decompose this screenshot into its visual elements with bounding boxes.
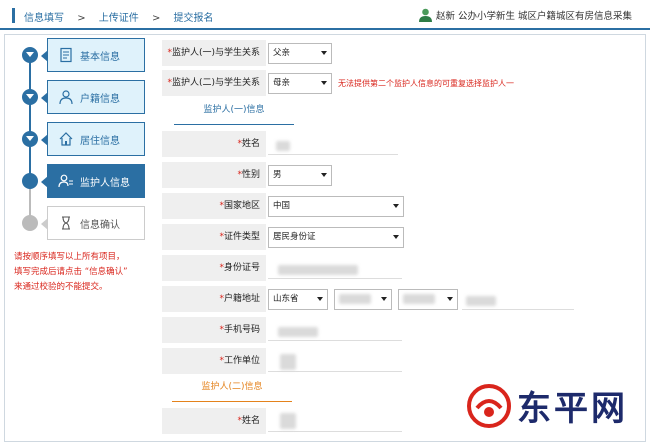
step-residence-info[interactable]: 居住信息 — [41, 122, 145, 156]
province-select[interactable]: 山东省 — [268, 289, 328, 310]
breadcrumb-item-submit[interactable]: 提交报名 — [174, 13, 214, 24]
rel2-select[interactable]: 母亲 — [268, 73, 332, 94]
idnum-row: *身份证号 — [162, 255, 642, 281]
name-label: *姓名 — [162, 131, 266, 157]
address-row: *户籍地址 山东省 — [162, 286, 642, 312]
step-dot-done-icon — [22, 131, 38, 147]
step-notch — [41, 176, 48, 188]
city-select[interactable] — [334, 289, 392, 310]
watermark-text: 东平网 — [517, 389, 628, 429]
note-line: 来通过校验的不能提交。 — [14, 282, 108, 292]
chevron-down-icon — [321, 173, 327, 177]
step-label: 信息确认 — [80, 219, 120, 231]
note-line: 请按顺序填写以上所有项目， — [14, 252, 125, 262]
title-accent-bar — [12, 8, 15, 23]
step-dot-pending-icon — [22, 215, 38, 231]
idtype-select[interactable]: 居民身份证 — [268, 227, 404, 248]
name-input[interactable] — [268, 134, 398, 155]
step-notch — [41, 92, 48, 104]
chevron-down-icon — [393, 204, 399, 208]
work-input[interactable] — [268, 351, 402, 372]
name-row: *姓名 — [162, 131, 642, 157]
phone-label: *手机号码 — [162, 317, 266, 343]
idnum-label: *身份证号 — [162, 255, 266, 281]
step-label: 监护人信息 — [80, 177, 130, 189]
step-dot-current-icon — [22, 173, 38, 189]
step-label: 居住信息 — [80, 135, 120, 147]
chevron-down-icon — [393, 235, 399, 239]
hourglass-icon — [62, 216, 70, 230]
name2-input[interactable] — [268, 411, 402, 432]
step-label: 户籍信息 — [80, 93, 120, 105]
rel1-select[interactable]: 父亲 — [268, 43, 332, 64]
country-row: *国家地区 中国 — [162, 193, 642, 219]
note-line: 填写完成后请点击 “信息确认” — [14, 267, 128, 277]
step-notch — [41, 218, 48, 230]
phone-input[interactable] — [268, 320, 402, 341]
step-notch — [41, 134, 48, 146]
user-info: 赵新 公办小学新生 城区户籍城区有房信息采集 — [418, 8, 632, 22]
work-label: *工作单位 — [162, 348, 266, 374]
person-icon — [59, 90, 73, 105]
gender-label: *性别 — [162, 162, 266, 188]
chevron-down-icon — [321, 81, 327, 85]
guardian-icon — [58, 174, 73, 188]
address-label: *户籍地址 — [162, 286, 266, 312]
phone-row: *手机号码 — [162, 317, 642, 343]
step-household-info[interactable]: 户籍信息 — [41, 80, 145, 114]
district-select[interactable] — [398, 289, 458, 310]
home-icon — [59, 132, 73, 146]
step-dot-done-icon — [22, 47, 38, 63]
top-bar: 信息填写 > 上传证件 > 提交报名 赵新 公办小学新生 城区户籍城区有房信息采… — [0, 0, 650, 30]
breadcrumb-separator: > — [151, 13, 161, 24]
idtype-label: *证件类型 — [162, 224, 266, 250]
rel2-row: *监护人(二)与学生关系 母亲 无法提供第二个监护人信息的可重复选择监护人一 — [162, 70, 642, 96]
section-guardian2: 监护人(二)信息 — [172, 376, 292, 402]
breadcrumb: 信息填写 > 上传证件 > 提交报名 — [24, 9, 224, 24]
rel2-error-text: 无法提供第二个监护人信息的可重复选择监护人一 — [338, 79, 514, 88]
step-notch — [41, 50, 48, 62]
idnum-input[interactable] — [268, 258, 402, 279]
breadcrumb-item-fill[interactable]: 信息填写 — [24, 13, 64, 24]
instruction-note: 请按顺序填写以上所有项目， 填写完成后请点击 “信息确认” 来通过校验的不能提交… — [14, 250, 154, 295]
user-avatar-icon — [418, 8, 432, 22]
country-label: *国家地区 — [162, 193, 266, 219]
watermark: 东平网 — [467, 381, 628, 430]
gender-select[interactable]: 男 — [268, 165, 332, 186]
breadcrumb-separator: > — [77, 13, 86, 24]
idtype-row: *证件类型 居民身份证 — [162, 224, 642, 250]
rel2-label: *监护人(二)与学生关系 — [162, 70, 266, 96]
chevron-down-icon — [321, 51, 327, 55]
chevron-down-icon — [447, 297, 453, 301]
chevron-down-icon — [381, 297, 387, 301]
country-select[interactable]: 中国 — [268, 196, 404, 217]
rel1-row: *监护人(一)与学生关系 父亲 — [162, 40, 642, 66]
address-detail-input[interactable] — [462, 289, 574, 310]
chevron-down-icon — [317, 297, 323, 301]
document-icon — [60, 47, 72, 63]
step-guardian-info[interactable]: 监护人信息 — [41, 164, 145, 198]
breadcrumb-item-upload[interactable]: 上传证件 — [99, 13, 139, 24]
step-basic-info[interactable]: 基本信息 — [41, 38, 145, 72]
watermark-logo-icon — [467, 383, 511, 428]
step-confirm-info[interactable]: 信息确认 — [41, 206, 145, 240]
work-row: *工作单位 — [162, 348, 642, 374]
gender-row: *性别 男 — [162, 162, 642, 188]
name2-label: *姓名 — [162, 408, 266, 434]
section-guardian1: 监护人(一)信息 — [174, 99, 294, 125]
step-label: 基本信息 — [80, 51, 120, 63]
user-text: 赵新 公办小学新生 城区户籍城区有房信息采集 — [435, 11, 632, 22]
step-dot-done-icon — [22, 89, 38, 105]
rel1-label: *监护人(一)与学生关系 — [162, 40, 266, 66]
